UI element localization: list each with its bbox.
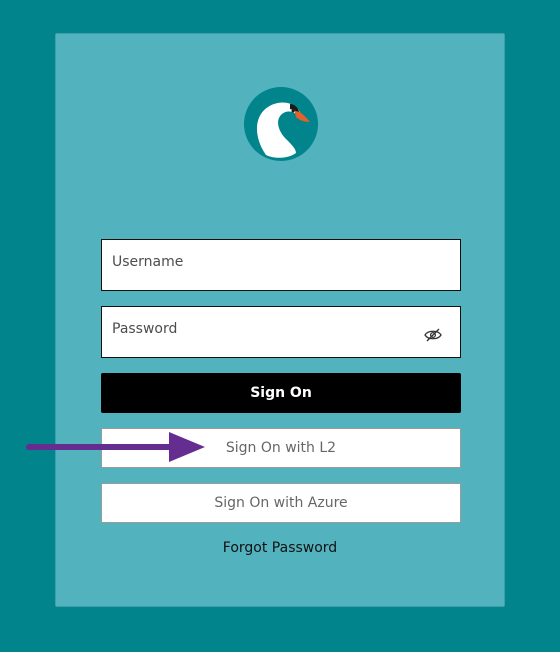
username-placeholder: Username xyxy=(112,254,184,270)
swan-logo xyxy=(244,87,318,161)
password-field[interactable]: Password xyxy=(101,306,461,358)
forgot-password-link[interactable]: Forgot Password xyxy=(56,540,504,556)
username-field[interactable]: Username xyxy=(101,239,461,291)
sign-on-button[interactable]: Sign On xyxy=(101,373,461,413)
password-placeholder: Password xyxy=(112,321,178,337)
eye-slash-icon[interactable] xyxy=(424,327,442,343)
login-card: Username Password Sign On Sign On with L… xyxy=(55,33,505,607)
sign-on-azure-button[interactable]: Sign On with Azure xyxy=(101,483,461,523)
arrow-right-icon xyxy=(26,432,205,462)
